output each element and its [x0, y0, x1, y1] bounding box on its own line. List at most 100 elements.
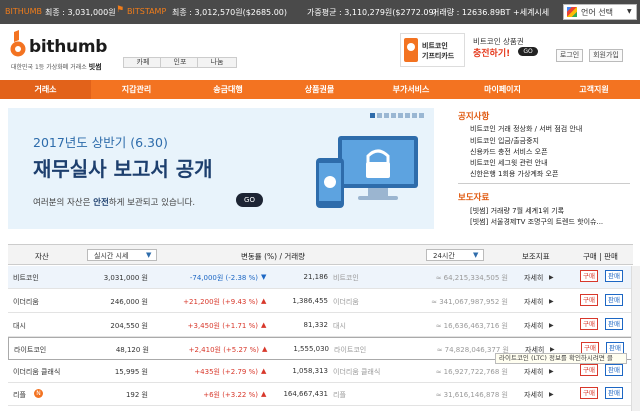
coin-change: +6원 (+3.22 %)	[203, 391, 258, 399]
banner-go-button[interactable]: GO	[236, 193, 263, 207]
bitstamp-ticker-label: BITSTAMP	[127, 7, 167, 16]
change-arrow-icon: ▲	[261, 367, 267, 375]
tab-cafe[interactable]: 카페	[123, 57, 163, 68]
coin-volume: 21,186	[303, 273, 329, 281]
sell-button[interactable]: 판매	[605, 364, 623, 376]
coin-volume-unit: 이더리움 클래식	[333, 368, 381, 376]
sell-button[interactable]: 판매	[605, 294, 623, 306]
change-arrow-icon: ▲	[261, 297, 267, 305]
nav-extra-services[interactable]: 부가서비스	[365, 80, 457, 99]
nav-voucher-mall[interactable]: 상품권몰	[274, 80, 365, 99]
coin-volume: 1,555,030	[293, 345, 329, 353]
notice-item[interactable]: 비트코인 거래 정상화 / 서버 점검 안내	[470, 124, 582, 134]
period-select[interactable]: 24시간 ▼	[426, 249, 484, 261]
coin-change: +3,450원 (+1.71 %)	[187, 322, 258, 330]
nav-remittance[interactable]: 송금대행	[182, 80, 274, 99]
gift-card-line1: 비트코인	[422, 42, 448, 50]
voucher-go-button[interactable]: GO	[518, 47, 538, 56]
weighted-average: 가중평균 : 3,110,279원($2772.09)	[307, 8, 437, 17]
security-devices-icon	[316, 136, 418, 208]
voucher-charge-ad[interactable]: 비트코인 상품권 충전하기! GO	[470, 34, 570, 68]
banner-line2: 재무실사 보고서 공개	[33, 157, 213, 181]
chevron-down-icon: ▼	[146, 251, 152, 259]
nav-support[interactable]: 고객지원	[548, 80, 640, 99]
table-row[interactable]: 비트코인 3,031,000 원 -74,000원 (-2.38 %) ▼ 21…	[8, 266, 633, 289]
sell-button[interactable]: 판매	[605, 270, 623, 282]
coin-change: +435원 (+2.79 %)	[194, 368, 258, 376]
banner-line3-c: 하게 보관되고 있습니다.	[108, 198, 196, 208]
table-row[interactable]: 리플 N 192 원 +6원 (+3.22 %) ▲ 164,667,431 리…	[8, 383, 633, 406]
language-select[interactable]: 언어 선택 ▼	[563, 4, 637, 20]
coin-volume-unit: 대시	[333, 322, 346, 330]
tab-share[interactable]: 나눔	[197, 57, 237, 68]
detail-link[interactable]: 자세히	[524, 321, 543, 331]
press-item[interactable]: [빗썸] 서울경제TV 조명구의 트렌드 핫이슈...	[470, 217, 630, 227]
coin-volume: 1,058,313	[292, 367, 328, 375]
login-button[interactable]: 로그인	[556, 49, 583, 62]
nav-mypage[interactable]: 마이페이지	[457, 80, 548, 99]
change-arrow-icon: ▲	[262, 345, 268, 353]
coin-change: -74,000원 (-2.38 %)	[189, 274, 258, 282]
notice-item[interactable]: 신한은행 1회용 가상계좌 오픈	[470, 169, 558, 179]
scrollbar[interactable]	[631, 266, 640, 411]
banner-pager[interactable]	[368, 112, 424, 120]
banner-line3-emphasis: 안전	[93, 198, 109, 208]
logo-subtitle-brand: 빗썸	[88, 63, 102, 71]
press-title: 보도자료	[458, 193, 490, 203]
table-row[interactable]: 이더리움 246,000 원 +21,200원 (+9.43 %) ▲ 1,38…	[8, 290, 633, 313]
ticker-bar: BITHUMB 최종 : 3,031,000원 ⚑ BITSTAMP 최종 : …	[0, 0, 640, 24]
coin-krw-equivalent: ≈ 16,636,463,716 원	[435, 322, 508, 330]
coin-krw-equivalent: ≈ 31,616,146,878 원	[435, 391, 508, 399]
buy-button[interactable]: 구매	[580, 294, 598, 306]
coin-volume-unit: 이더리움	[333, 298, 359, 306]
buy-button[interactable]: 구매	[580, 364, 598, 376]
bithumb-logo-icon[interactable]	[10, 30, 26, 58]
world-price-link[interactable]: +세계시세	[513, 7, 549, 18]
google-icon	[567, 7, 577, 17]
signup-button[interactable]: 회원가입	[589, 49, 623, 62]
nav-exchange[interactable]: 거래소	[0, 80, 91, 99]
table-row[interactable]: 대시 204,550 원 +3,450원 (+1.71 %) ▲ 81,332 …	[8, 314, 633, 337]
logo-text[interactable]: bithumb	[29, 37, 107, 57]
buy-button[interactable]: 구매	[580, 318, 598, 330]
coin-volume-unit: 라이트코인	[334, 346, 367, 354]
coin-change: +21,200원 (+9.43 %)	[183, 298, 258, 306]
price-mode-select[interactable]: 실시간 시세 ▼	[87, 249, 157, 261]
bithumb-ticker-label: BITHUMB	[5, 7, 42, 16]
page: BITHUMB 최종 : 3,031,000원 ⚑ BITSTAMP 최종 : …	[0, 0, 640, 411]
chevron-down-icon: ▼	[627, 8, 632, 15]
sell-button[interactable]: 판매	[605, 318, 623, 330]
gift-card-line2: 기프티카드	[422, 52, 455, 60]
main-nav: 거래소 지갑관리 송금대행 상품권몰 부가서비스 마이페이지 고객지원	[0, 80, 640, 99]
notice-item[interactable]: 신용카드 충전 서비스 오픈	[470, 147, 548, 157]
notice-item[interactable]: 비트코인 입금/출금중지	[470, 136, 539, 146]
gift-card-logo-icon	[407, 43, 415, 51]
sell-button[interactable]: 판매	[605, 387, 623, 399]
nav-wallet[interactable]: 지갑관리	[91, 80, 182, 99]
coin-krw-equivalent: ≈ 74,828,046,377 원	[436, 346, 509, 354]
coin-price: 246,000 원	[110, 298, 148, 306]
buy-button[interactable]: 구매	[580, 270, 598, 282]
notice-item[interactable]: 비트코인 세그윗 관련 안내	[470, 158, 548, 168]
change-arrow-icon: ▲	[261, 390, 267, 398]
detail-link[interactable]: 자세히	[524, 390, 543, 400]
promo-banner[interactable]: 2017년도 상반기 (6.30) 재무실사 보고서 공개 여러분의 자산은 안…	[8, 108, 434, 229]
coin-price: 48,120 원	[115, 346, 149, 354]
gift-card-ad[interactable]: 비트코인 기프티카드	[400, 33, 465, 67]
banner-line1: 2017년도 상반기 (6.30)	[33, 135, 168, 150]
chevron-down-icon: ▼	[473, 251, 479, 259]
detail-link[interactable]: 자세히	[524, 297, 543, 307]
press-item[interactable]: [빗썸] 거래량 7월 세계1위 기록	[470, 206, 564, 216]
language-label: 언어 선택	[581, 8, 613, 17]
detail-link[interactable]: 자세히	[524, 273, 543, 283]
coin-volume: 1,386,455	[292, 297, 328, 305]
bitstamp-price: 최종 : 3,012,570원($2685.00)	[172, 8, 287, 17]
detail-link[interactable]: 자세히	[524, 367, 543, 377]
change-arrow-icon: ▼	[261, 273, 267, 281]
header-trade: 구매 | 판매	[583, 252, 618, 261]
buy-button[interactable]: 구매	[580, 387, 598, 399]
chevron-right-icon: ▶	[549, 322, 554, 329]
volume: 거래량 : 12636.89BT	[432, 8, 511, 17]
banner-line3-a: 여러분의 자산은	[33, 198, 94, 208]
tab-info[interactable]: 인포	[160, 57, 200, 68]
